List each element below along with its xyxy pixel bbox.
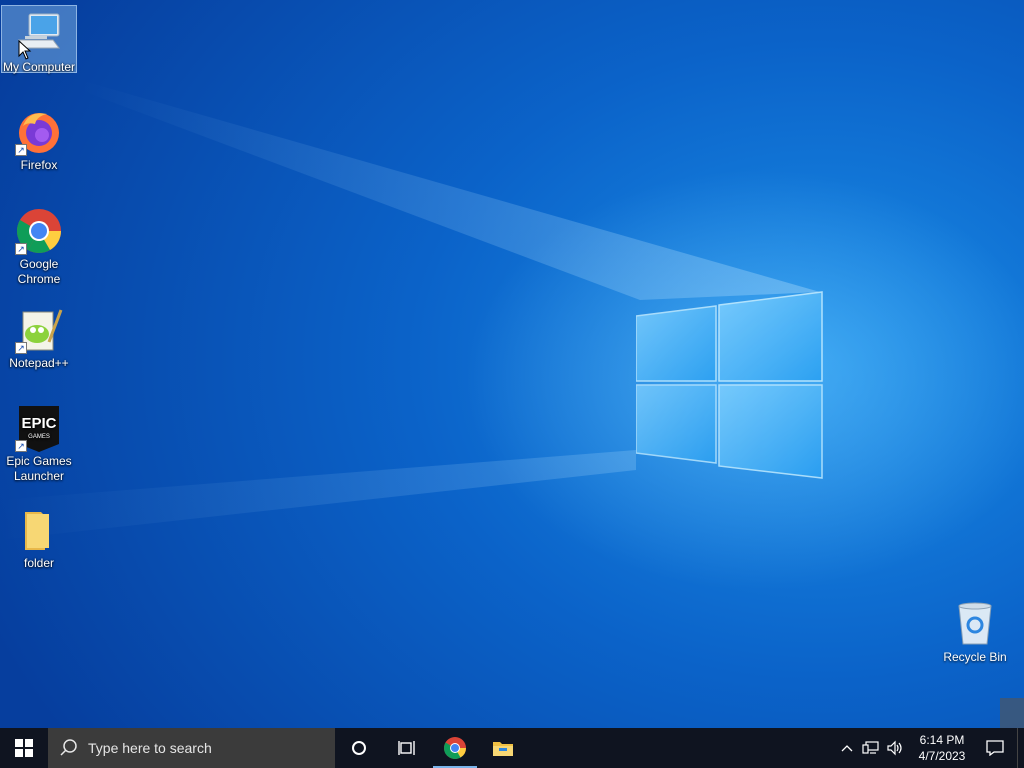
desktop-icon-label: Notepad++ <box>9 356 69 370</box>
windows-wallpaper-logo <box>636 291 823 479</box>
cortana-button[interactable] <box>335 728 383 768</box>
notification-icon <box>986 740 1004 756</box>
clock-time: 6:14 PM <box>919 733 965 747</box>
show-desktop-button[interactable] <box>1017 728 1024 768</box>
circle-icon <box>352 741 366 755</box>
chrome-icon <box>444 737 466 759</box>
shortcut-arrow-icon: ↗ <box>15 144 27 156</box>
chrome-taskbar-button[interactable] <box>431 728 479 768</box>
chevron-up-icon <box>841 745 853 752</box>
desktop-icon-recycle-bin[interactable]: Recycle Bin <box>940 600 1010 664</box>
svg-text:GAMES: GAMES <box>28 434 50 440</box>
file-explorer-icon <box>493 742 513 756</box>
start-button[interactable] <box>0 728 48 768</box>
shortcut-arrow-icon: ↗ <box>15 440 27 452</box>
chrome-icon: ↗ <box>15 207 63 255</box>
system-tray: 6:14 PM 4/7/2023 <box>835 728 1024 768</box>
desktop-icon-epic-games-launcher[interactable]: EPIC GAMES ↗ Epic Games Launcher <box>2 400 76 484</box>
epic-games-icon: EPIC GAMES ↗ <box>15 404 63 452</box>
shortcut-arrow-icon: ↗ <box>15 342 27 354</box>
desktop-icon-notepad-plus-plus[interactable]: ↗ Notepad++ <box>2 302 76 371</box>
network-button[interactable] <box>859 728 883 768</box>
desktop-icon-label: Google Chrome <box>17 257 61 286</box>
search-icon <box>60 739 77 756</box>
firefox-icon: ↗ <box>15 108 63 156</box>
desktop-icon-label: My Computer <box>2 60 76 74</box>
wallpaper-light-beam <box>0 80 820 540</box>
file-explorer-taskbar-button[interactable] <box>479 728 527 768</box>
folder-icon <box>15 506 63 554</box>
svg-text:EPIC: EPIC <box>21 415 56 432</box>
task-view-button[interactable] <box>383 728 431 768</box>
windows-start-icon <box>15 739 33 757</box>
speaker-icon <box>887 740 902 756</box>
desktop-icon-firefox[interactable]: ↗ Firefox <box>2 104 76 173</box>
notepadpp-icon: ↗ <box>15 306 63 354</box>
taskbar: Type here to search 6:14 PM 4/7/2023 <box>0 728 1024 768</box>
network-icon <box>862 741 879 754</box>
clock-date: 4/7/2023 <box>918 749 966 763</box>
shortcut-arrow-icon: ↗ <box>15 243 27 255</box>
taskbar-search-box[interactable]: Type here to search <box>48 728 335 768</box>
search-placeholder: Type here to search <box>88 740 212 756</box>
show-hidden-icons-button[interactable] <box>835 728 859 768</box>
taskbar-clock[interactable]: 6:14 PM 4/7/2023 <box>911 732 973 764</box>
peek-window-edge <box>1000 698 1024 728</box>
desktop-icon-my-computer[interactable]: My Computer <box>1 5 77 74</box>
task-view-icon <box>398 741 415 755</box>
volume-button[interactable] <box>883 728 907 768</box>
desktop-icon-google-chrome[interactable]: ↗ Google Chrome <box>2 203 76 287</box>
desktop-icon-label: Firefox <box>20 158 58 172</box>
action-center-button[interactable] <box>973 728 1017 768</box>
desktop-icon-label: Epic Games Launcher <box>6 454 72 483</box>
desktop-icon-label: Recycle Bin <box>943 650 1007 664</box>
desktop-icon-folder[interactable]: folder <box>2 502 76 571</box>
mouse-cursor <box>18 40 32 60</box>
desktop-icon-label: folder <box>23 556 55 570</box>
recycle-bin-icon <box>951 600 999 648</box>
